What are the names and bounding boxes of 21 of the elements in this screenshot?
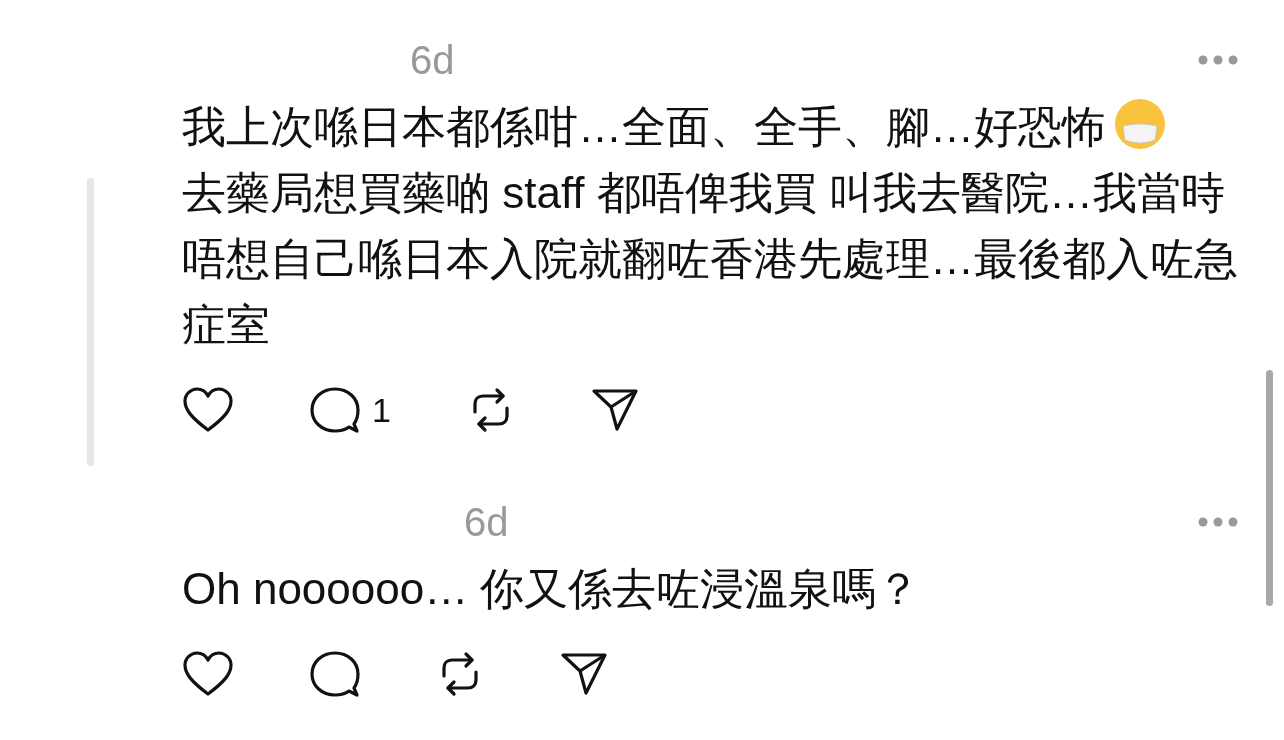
timestamp: 6d: [464, 499, 509, 545]
speech-bubble-icon: [310, 386, 360, 434]
share-button[interactable]: [590, 387, 639, 433]
reply-button[interactable]: 1: [310, 386, 391, 434]
speech-bubble-icon: [310, 650, 360, 698]
more-icon[interactable]: [1198, 517, 1238, 527]
scrollbar[interactable]: [1266, 370, 1273, 606]
send-icon: [590, 387, 639, 433]
reply-button[interactable]: [310, 650, 360, 698]
send-icon: [560, 651, 608, 697]
heart-icon: [182, 650, 234, 698]
like-button[interactable]: [182, 386, 234, 434]
reply-count: 1: [372, 390, 391, 430]
like-button[interactable]: [182, 650, 234, 698]
share-button[interactable]: [560, 651, 608, 697]
timestamp: 6d: [410, 37, 455, 83]
comment-text: 我上次喺日本都係咁…全面、全手、腳…好恐怖: [182, 94, 1247, 160]
heart-icon: [182, 386, 234, 434]
more-icon[interactable]: [1198, 55, 1238, 65]
comment-text: Oh noooooo… 你又係去咗浸溫泉嗎？: [182, 563, 922, 615]
comment-text: 去藥局想買藥啲 staff 都唔俾我買 叫我去醫院…我當時唔想自己喺日本入院就翻咗香港先處理…最後都入咗急症室: [182, 167, 1239, 351]
